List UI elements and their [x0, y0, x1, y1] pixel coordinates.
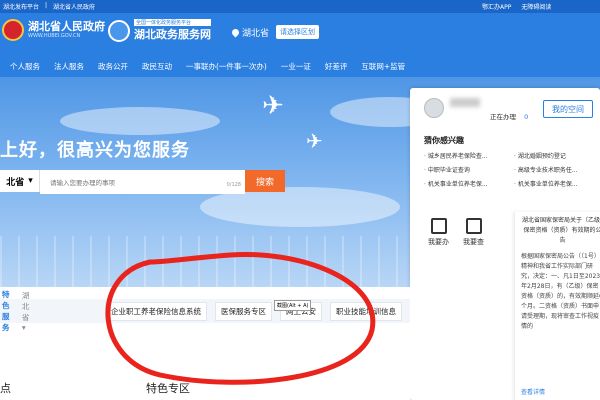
- recommend-item[interactable]: 机关事业单位养老保...: [514, 179, 594, 188]
- avatar[interactable]: [424, 98, 444, 118]
- nav-item-rating[interactable]: 好差评: [325, 61, 348, 72]
- screenshot-tooltip: 截图(Alt + A): [274, 300, 312, 311]
- national-emblem-icon: [2, 19, 24, 41]
- search-input[interactable]: [40, 172, 245, 194]
- service-link-training[interactable]: 职业技能培训信息: [330, 301, 402, 321]
- query-button[interactable]: 我要查: [463, 218, 484, 247]
- welcome-text: 上好，很高兴为您服务: [0, 140, 190, 161]
- nav-item-personal[interactable]: 个人服务: [10, 61, 40, 72]
- search-region-label: 北省: [6, 177, 25, 188]
- location-indicator: 湖北省: [230, 26, 270, 39]
- building-icon: [430, 218, 447, 234]
- query-label: 我要查: [463, 238, 484, 246]
- section-title-left: 点: [0, 382, 11, 395]
- nav-item-corporate[interactable]: 法人服务: [54, 61, 84, 72]
- services-section: 特色服务 湖北省 ▾ 企业职工养老保险信息系统 医保服务专区 网上公安 职业技能…: [0, 287, 410, 400]
- notice-body: 根据国家保密局公告（（1号）精神和我省工作实际部门研究，决定：一、凡1日至202…: [521, 253, 600, 330]
- recommend-item[interactable]: 中职毕业证查询: [424, 165, 504, 174]
- document-search-icon: [465, 218, 482, 234]
- service-link-medical[interactable]: 医保服务专区: [215, 301, 272, 321]
- recommend-list: 城乡居民养老保险查... 湖北婚姻预约登记 中职毕业证查询 高级专业技术职务任.…: [424, 151, 594, 188]
- apply-label: 我要办: [428, 238, 449, 246]
- gov-subtitle: WWW.HUBEI.GOV.CN: [28, 33, 81, 39]
- top-utility-bar: 湖北发布平台 | 湖北省人民政府 鄂汇办APP 无障碍阅读: [0, 0, 600, 13]
- guess-title: 猜你感兴趣: [424, 136, 464, 145]
- topbar-link-publish[interactable]: 湖北发布平台: [3, 2, 39, 11]
- gov-title: 湖北省人民政府: [28, 20, 105, 33]
- notice-title: 湖北省国家保密局关于（乙级）保密资格（资质）有效期的公告: [521, 217, 600, 244]
- crane-icon: ✈: [262, 91, 284, 121]
- quick-actions: 我要办 我要查: [428, 218, 484, 247]
- recommend-item[interactable]: 城乡居民养老保险查...: [424, 151, 504, 160]
- notice-more-link[interactable]: 查看详情: [521, 388, 545, 398]
- recommend-item[interactable]: 机关事业单位养老保...: [424, 179, 504, 188]
- apply-button[interactable]: 我要办: [428, 218, 449, 247]
- search-bar: 北省 ▾ 0/128 搜索: [0, 170, 285, 194]
- topbar-link-accessibility[interactable]: 无障碍阅读: [521, 2, 551, 11]
- recommend-item[interactable]: 高级专业技术职务任...: [514, 165, 594, 174]
- search-region-select[interactable]: 北省 ▾: [0, 170, 40, 192]
- caret-down-icon: ▾: [28, 176, 33, 186]
- user-panel: 正在办理 0 我的空间 猜你感兴趣 城乡居民养老保险查... 湖北婚姻预约登记 …: [410, 88, 600, 400]
- featured-services-bar: 特色服务 湖北省 ▾ 企业职工养老保险信息系统 医保服务专区 网上公安 职业技能…: [0, 290, 410, 332]
- topbar-link-government[interactable]: 湖北省人民政府: [53, 2, 95, 11]
- nav-item-supervision[interactable]: 互联网+监管: [361, 61, 405, 72]
- blurred-username: [450, 98, 480, 107]
- site-header: 湖北省人民政府 WWW.HUBEI.GOV.CN 全国一体化政务服务平台 湖北政…: [0, 13, 600, 55]
- portal-logo-icon: [108, 19, 130, 42]
- in-progress-label: 正在办理: [490, 113, 516, 121]
- portal-tag: 全国一体化政务服务平台: [134, 19, 211, 26]
- service-link-pension[interactable]: 企业职工养老保险信息系统: [105, 301, 207, 321]
- portal-title: 湖北政务服务网: [134, 28, 211, 41]
- portal-logo[interactable]: 全国一体化政务服务平台 湖北政务服务网: [108, 19, 211, 42]
- search-char-counter: 0/128: [226, 182, 241, 188]
- main-nav: 个人服务 法人服务 政务公开 政民互动 一事联办(一件事一次办) 一业一证 好差…: [0, 55, 600, 77]
- search-input-wrapper: 0/128: [40, 170, 245, 194]
- search-button[interactable]: 搜索: [245, 170, 285, 192]
- crane-icon: ✈: [306, 129, 323, 153]
- recommend-item[interactable]: 湖北婚姻预约登记: [514, 151, 594, 160]
- nav-item-interaction[interactable]: 政民互动: [142, 61, 172, 72]
- location-pin-icon: [230, 27, 241, 38]
- location-label: 湖北省: [242, 29, 270, 39]
- featured-services-label: 特色服务: [2, 290, 10, 332]
- nav-item-public-affairs[interactable]: 政务公开: [98, 61, 128, 72]
- section-title-featured: 特色专区: [146, 382, 190, 395]
- my-space-button[interactable]: 我的空间: [543, 100, 593, 118]
- in-progress-count: 0: [524, 113, 529, 121]
- region-select-button[interactable]: 请选择区划: [276, 25, 319, 39]
- topbar-link-app[interactable]: 鄂汇办APP: [482, 2, 511, 11]
- nav-item-one-license[interactable]: 一业一证: [281, 61, 311, 72]
- province-select[interactable]: 湖北省 ▾: [22, 290, 35, 332]
- in-progress-status[interactable]: 正在办理 0: [490, 111, 528, 121]
- nav-item-one-stop[interactable]: 一事联办(一件事一次办): [186, 61, 267, 72]
- notice-card[interactable]: 湖北省国家保密局关于（乙级）保密资格（资质）有效期的公告 根据国家保密局公告（（…: [514, 212, 600, 400]
- gov-logo[interactable]: 湖北省人民政府 WWW.HUBEI.GOV.CN: [2, 19, 105, 41]
- cloud-shape: [60, 107, 220, 135]
